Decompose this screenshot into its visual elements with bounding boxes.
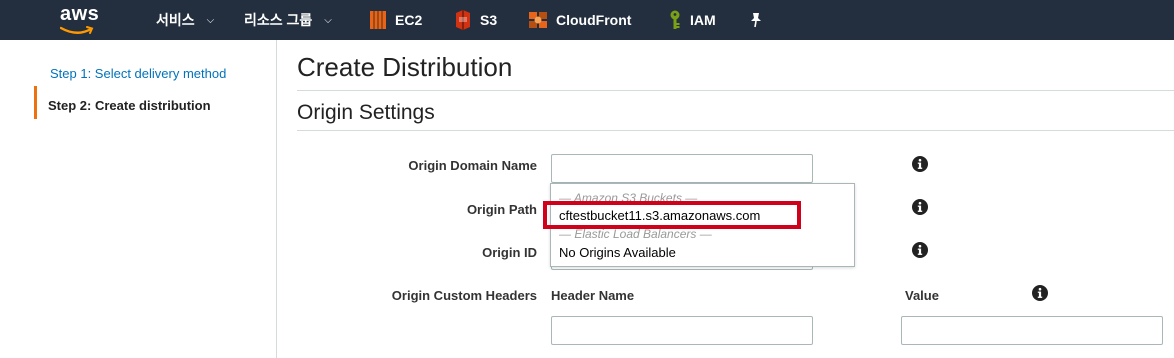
services-menu[interactable]: 서비스 ⌵: [156, 0, 214, 40]
section-title: Origin Settings: [297, 101, 435, 124]
value-column: Value: [905, 288, 939, 303]
aws-smile-icon: [60, 26, 94, 34]
aws-logo-text: aws: [60, 3, 100, 25]
s3-icon: [456, 10, 470, 30]
cloudfront-icon: [529, 12, 547, 28]
header-value-input[interactable]: [901, 316, 1163, 345]
chevron-down-icon: ⌵: [206, 14, 215, 26]
nav-link-label: CloudFront: [556, 12, 632, 28]
info-icon[interactable]: [912, 199, 928, 215]
wizard-steps-sidebar: Step 1: Select delivery method Step 2: C…: [0, 40, 277, 358]
step-1-link[interactable]: Step 1: Select delivery method: [50, 66, 226, 81]
nav-link-cloudfront[interactable]: CloudFront: [528, 0, 631, 40]
origin-path-label: Origin Path: [466, 202, 537, 217]
iam-icon: [670, 10, 680, 29]
custom-headers-label: Origin Custom Headers: [391, 288, 537, 303]
selection-highlight-box: [543, 201, 801, 229]
resource-groups-menu[interactable]: 리소스 그룹 ⌵: [244, 0, 332, 40]
header-name-input[interactable]: [551, 316, 813, 345]
dropdown-group-elb: — Elastic Load Balancers —: [559, 227, 712, 241]
nav-link-ec2[interactable]: EC2: [369, 0, 422, 40]
services-menu-label: 서비스: [156, 12, 195, 28]
aws-logo[interactable]: aws: [56, 3, 106, 37]
nav-link-label: S3: [480, 12, 498, 28]
origin-id-label: Origin ID: [482, 245, 537, 260]
origin-domain-label: Origin Domain Name: [408, 158, 537, 173]
nav-link-iam[interactable]: IAM: [668, 0, 716, 40]
top-navigation-bar: aws 서비스 ⌵ 리소스 그룹 ⌵ EC2 S3 CloudFront IAM: [0, 0, 1174, 40]
dropdown-option-no-origins: No Origins Available: [559, 245, 676, 260]
active-step-indicator: [34, 86, 37, 119]
nav-link-label: IAM: [690, 12, 716, 28]
step-2-current: Step 2: Create distribution: [48, 98, 211, 113]
info-icon[interactable]: [912, 156, 928, 172]
nav-link-label: EC2: [395, 12, 423, 28]
page-title: Create Distribution: [297, 52, 513, 82]
title-divider: [297, 90, 1174, 91]
origin-domain-input[interactable]: [551, 154, 813, 183]
header-name-column: Header Name: [551, 288, 635, 303]
ec2-icon: [370, 11, 386, 29]
nav-link-s3[interactable]: S3: [454, 0, 497, 40]
chevron-down-icon: ⌵: [324, 14, 332, 26]
section-divider: [297, 130, 1174, 131]
pin-icon: [751, 13, 761, 28]
info-icon[interactable]: [912, 242, 928, 258]
resource-groups-menu-label: 리소스 그룹: [244, 12, 313, 28]
info-icon[interactable]: [1032, 285, 1048, 301]
pin-button[interactable]: [749, 0, 763, 40]
